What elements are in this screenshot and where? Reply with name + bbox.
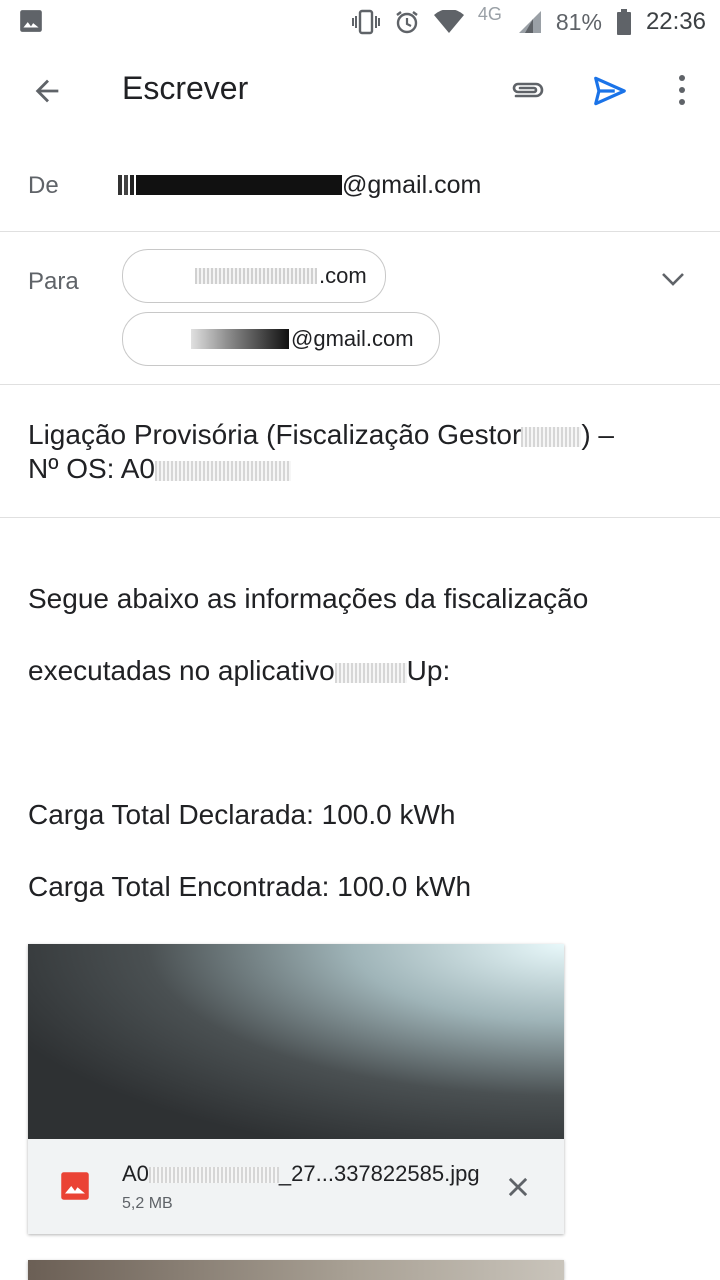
send-icon[interactable] bbox=[590, 72, 630, 115]
attach-icon[interactable] bbox=[508, 74, 546, 113]
battery-percent: 81% bbox=[555, 8, 602, 35]
subject-field[interactable]: Ligação Provisória (Fiscalização Gestor)… bbox=[28, 418, 698, 486]
back-arrow-icon[interactable] bbox=[30, 74, 64, 108]
attachment-preview[interactable] bbox=[28, 944, 564, 1139]
subject-text: Nº OS: A0 bbox=[28, 453, 155, 484]
body-line: Carga Total Declarada: 100.0 kWh bbox=[28, 799, 456, 830]
attachment-size: 5,2 MB bbox=[122, 1195, 173, 1212]
signal-icon bbox=[516, 10, 542, 34]
next-attachment-preview[interactable] bbox=[28, 1260, 564, 1280]
divider bbox=[0, 384, 720, 385]
divider bbox=[0, 231, 720, 232]
from-address-suffix: @gmail.com bbox=[342, 170, 482, 199]
to-label: Para bbox=[28, 268, 79, 295]
body-line: Carga Total Encontrada: 100.0 kWh bbox=[28, 871, 472, 902]
from-label: De bbox=[28, 172, 59, 199]
recipient-chip[interactable]: @gmail.com bbox=[122, 312, 440, 366]
status-bar: 4G 81% 22:36 bbox=[0, 0, 720, 44]
remove-attachment-close-icon[interactable] bbox=[504, 1173, 532, 1206]
network-type-label: 4G bbox=[477, 3, 502, 24]
redacted-text bbox=[191, 329, 289, 349]
redacted-text bbox=[148, 1167, 279, 1184]
redacted-text bbox=[521, 426, 582, 447]
redacted-text bbox=[195, 268, 317, 284]
battery-icon bbox=[616, 9, 632, 35]
redacted-text bbox=[154, 460, 291, 481]
recipient-chip[interactable]: .com bbox=[122, 249, 386, 303]
clock: 22:36 bbox=[645, 8, 706, 35]
app-bar: Escrever bbox=[0, 44, 720, 134]
recipient-suffix: .com bbox=[319, 263, 367, 288]
redacted-text bbox=[334, 662, 407, 683]
subject-text: ) – bbox=[581, 419, 614, 450]
attachment-name: A0 _27...337822585.jpg bbox=[122, 1161, 480, 1186]
attachment-info-bar: A0 _27...337822585.jpg 5,2 MB bbox=[28, 1139, 564, 1234]
body-line: Segue abaixo as informações da fiscaliza… bbox=[28, 583, 589, 614]
expand-chevron-icon[interactable] bbox=[660, 268, 686, 295]
from-address[interactable]: @gmail.com bbox=[118, 170, 481, 200]
image-file-icon bbox=[60, 1171, 90, 1206]
redacted-text bbox=[118, 175, 342, 195]
page-title: Escrever bbox=[122, 70, 249, 106]
gallery-notification-icon bbox=[18, 8, 44, 39]
body-line: executadas no aplicativo Up: bbox=[28, 655, 451, 686]
subject-text: Ligação Provisória (Fiscalização Gestor bbox=[28, 419, 522, 450]
vibrate-icon bbox=[351, 9, 380, 35]
wifi-icon bbox=[433, 10, 464, 34]
recipient-suffix: @gmail.com bbox=[291, 326, 414, 351]
divider bbox=[0, 517, 720, 518]
alarm-icon bbox=[394, 9, 420, 35]
more-options-icon[interactable] bbox=[672, 72, 692, 113]
attachment-card[interactable]: A0 _27...337822585.jpg 5,2 MB bbox=[28, 944, 564, 1234]
